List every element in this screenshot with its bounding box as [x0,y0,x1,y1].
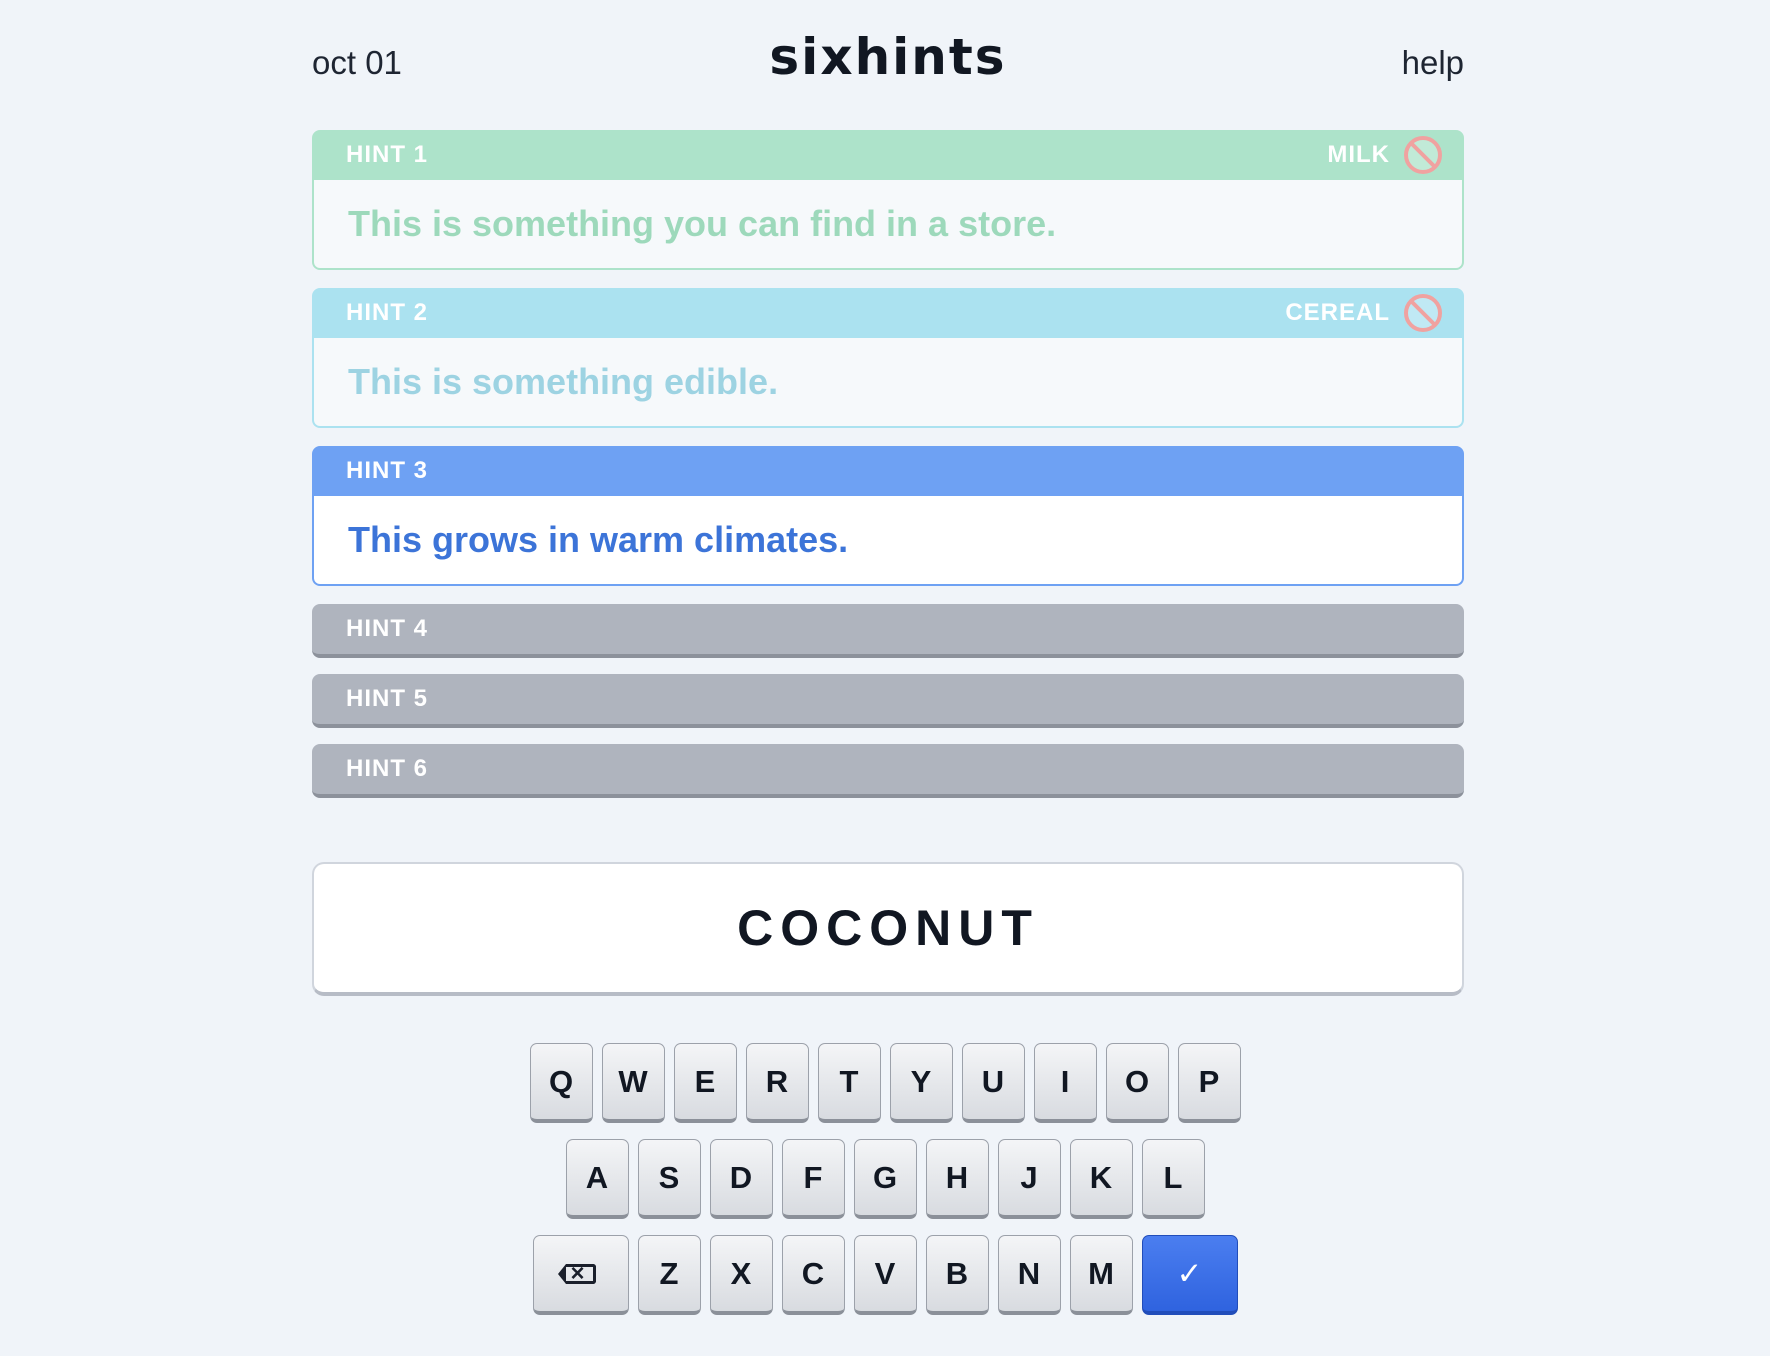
hint-label: HINT 2 [346,299,429,326]
guess-word: CEREAL [1285,299,1390,326]
hint-header: HINT 3 [312,446,1464,496]
answer-input[interactable]: COCONUT [312,862,1464,996]
hint-label: HINT 1 [346,141,429,168]
logo: sixhints [769,28,1007,86]
previous-guess: CEREAL [1285,294,1442,332]
guess-word: MILK [1327,141,1390,168]
key-e[interactable]: E [673,1043,737,1123]
key-d[interactable]: D [709,1139,773,1219]
hint-header: HINT 5 [312,674,1464,724]
key-f[interactable]: F [781,1139,845,1219]
key-y[interactable]: Y [889,1043,953,1123]
key-v[interactable]: V [853,1235,917,1315]
hint-card-6-locked: HINT 6 [312,744,1464,798]
sixhints-app: oct 01 sixhints help HINT 1 MILK This is… [0,0,1770,1356]
key-w[interactable]: W [601,1043,665,1123]
no-entry-icon [1404,294,1442,332]
key-h[interactable]: H [925,1139,989,1219]
hint-card-1: HINT 1 MILK This is something you can fi… [312,130,1464,272]
key-g[interactable]: G [853,1139,917,1219]
no-entry-icon [1404,136,1442,174]
backspace-key[interactable] [532,1235,629,1315]
key-r[interactable]: R [745,1043,809,1123]
key-s[interactable]: S [637,1139,701,1219]
key-a[interactable]: A [565,1139,629,1219]
hint-card-5-locked: HINT 5 [312,674,1464,728]
hint-text: This is something edible. [312,338,1464,428]
hint-label: HINT 3 [346,457,429,484]
hint-card-4-locked: HINT 4 [312,604,1464,658]
keyboard-row-1: Q W E R T Y U I O P [0,1043,1770,1123]
key-n[interactable]: N [997,1235,1061,1315]
key-m[interactable]: M [1069,1235,1133,1315]
hint-header: HINT 1 MILK [312,130,1464,180]
key-z[interactable]: Z [637,1235,701,1315]
header: oct 01 sixhints help [312,28,1464,98]
hint-card-3: HINT 3 This grows in warm climates. [312,446,1464,588]
hint-label: HINT 4 [346,615,429,642]
hint-card-2: HINT 2 CEREAL This is something edible. [312,288,1464,430]
key-o[interactable]: O [1105,1043,1169,1123]
key-q[interactable]: Q [529,1043,593,1123]
key-b[interactable]: B [925,1235,989,1315]
submit-key[interactable]: ✓ [1141,1235,1238,1315]
key-i[interactable]: I [1033,1043,1097,1123]
hint-label: HINT 5 [346,685,429,712]
key-x[interactable]: X [709,1235,773,1315]
hint-text: This grows in warm climates. [312,496,1464,586]
key-u[interactable]: U [961,1043,1025,1123]
hint-header: HINT 6 [312,744,1464,794]
key-j[interactable]: J [997,1139,1061,1219]
previous-guess: MILK [1327,136,1442,174]
key-l[interactable]: L [1141,1139,1205,1219]
backspace-icon [557,1259,596,1289]
key-p[interactable]: P [1177,1043,1241,1123]
hint-header: HINT 2 CEREAL [312,288,1464,338]
key-c[interactable]: C [781,1235,845,1315]
key-k[interactable]: K [1069,1139,1133,1219]
checkmark-icon: ✓ [1176,1255,1203,1291]
hint-label: HINT 6 [346,755,429,782]
keyboard-row-3: Z X C V B N M ✓ [0,1235,1770,1315]
help-link[interactable]: help [1402,44,1464,82]
hint-text: This is something you can find in a stor… [312,180,1464,270]
hint-header: HINT 4 [312,604,1464,654]
keyboard-row-2: A S D F G H J K L [0,1139,1770,1219]
key-t[interactable]: T [817,1043,881,1123]
